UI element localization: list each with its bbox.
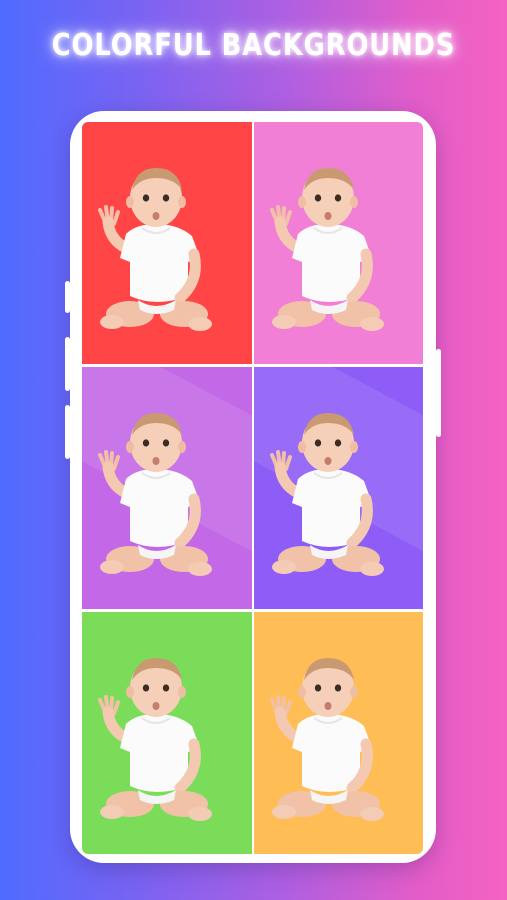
tile-pink-background[interactable] bbox=[254, 122, 423, 364]
tile-purple-background[interactable] bbox=[254, 367, 423, 609]
phone-side-button bbox=[65, 281, 70, 313]
tile-orange-background[interactable] bbox=[254, 612, 423, 854]
phone-side-button bbox=[65, 337, 70, 391]
tile-red-background[interactable] bbox=[82, 122, 252, 364]
background-grid bbox=[82, 122, 423, 854]
phone-side-button bbox=[65, 405, 70, 459]
phone-power-button bbox=[436, 349, 441, 437]
tile-green-background[interactable] bbox=[82, 612, 252, 854]
tile-violet-background[interactable] bbox=[82, 367, 252, 609]
headline: COLORFUL BACKGROUNDS bbox=[51, 28, 456, 63]
phone-mockup bbox=[65, 111, 441, 863]
